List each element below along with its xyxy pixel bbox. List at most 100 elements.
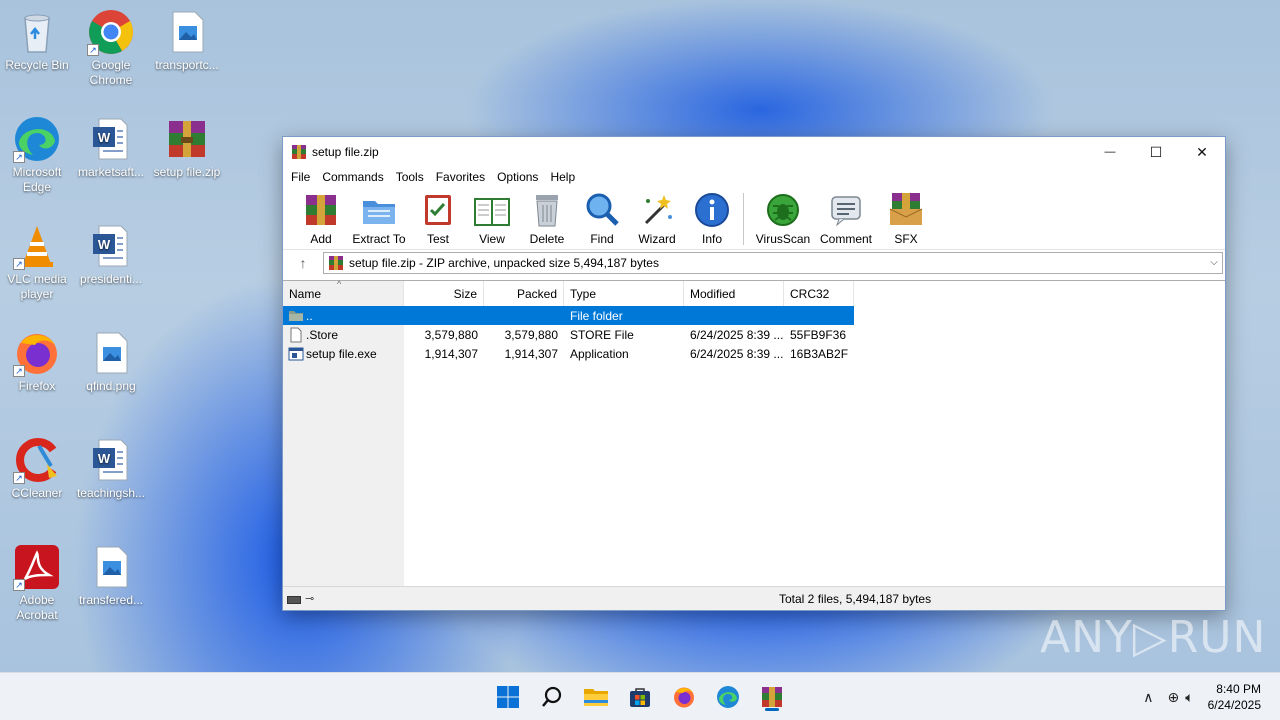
column-header-crc32[interactable]: CRC32 xyxy=(784,281,854,306)
winrar-icon xyxy=(291,144,307,160)
window-title: setup file.zip xyxy=(312,145,379,159)
desktop-icon-teachingsh[interactable]: W teachingsh... xyxy=(74,436,148,501)
menu-favorites[interactable]: Favorites xyxy=(430,170,491,184)
close-button[interactable]: ✕ xyxy=(1179,137,1225,167)
table-row[interactable]: setup file.exe 1,914,307 1,914,307 Appli… xyxy=(283,344,854,363)
store-icon xyxy=(630,688,650,707)
menu-file[interactable]: File xyxy=(285,170,316,184)
address-field[interactable]: setup file.zip - ZIP archive, unpacked s… xyxy=(323,251,1223,274)
column-header-type[interactable]: Type xyxy=(564,281,684,306)
svg-text:W: W xyxy=(98,451,111,466)
taskbar-winrar[interactable] xyxy=(756,681,788,713)
taskbar-file-explorer[interactable] xyxy=(580,681,612,713)
menu-help[interactable]: Help xyxy=(544,170,581,184)
menu-options[interactable]: Options xyxy=(491,170,544,184)
svg-text:W: W xyxy=(98,237,111,252)
column-header-name[interactable]: Name ^ xyxy=(283,279,404,306)
search-icon xyxy=(542,686,562,707)
column-header-size[interactable]: Size xyxy=(404,281,484,306)
blank-file-icon xyxy=(290,327,302,342)
taskbar-search-button[interactable] xyxy=(536,681,568,713)
desktop-icon-vlc[interactable]: ↗ VLC media player xyxy=(0,222,74,302)
desktop-icon-firefox[interactable]: ↗ Firefox xyxy=(0,329,74,394)
address-bar: ↑ setup file.zip - ZIP archive, unpacked… xyxy=(283,249,1225,275)
active-app-indicator xyxy=(765,708,779,711)
extract-to-button[interactable]: Extract To xyxy=(347,191,411,246)
desktop-icon-transportc[interactable]: transportc... xyxy=(150,8,224,73)
column-header-modified[interactable]: Modified xyxy=(684,281,784,306)
add-button[interactable]: Add xyxy=(295,191,347,246)
close-icon: ✕ xyxy=(1196,143,1208,160)
desktop-icon-chrome[interactable]: ↗ Google Chrome xyxy=(74,8,148,88)
maximize-button[interactable]: ☐ xyxy=(1133,137,1179,167)
menu-tools[interactable]: Tools xyxy=(390,170,430,184)
desktop-icon-ccleaner[interactable]: ↗ CCleaner xyxy=(0,436,74,501)
drive-icon[interactable] xyxy=(287,595,301,604)
comment-icon xyxy=(831,196,861,227)
desktop-icon-qfind[interactable]: qfind.png xyxy=(74,329,148,394)
sort-ascending-icon: ^ xyxy=(337,279,342,289)
chrome-icon: ↗ xyxy=(87,8,135,56)
taskbar-store[interactable] xyxy=(624,681,656,713)
taskbar-edge[interactable] xyxy=(712,681,744,713)
network-globe-icon[interactable]: ⊕ xyxy=(1167,689,1179,706)
minimize-button[interactable]: — xyxy=(1087,137,1133,167)
taskbar: ∧ ⊕ 🔈︎ 8:40 PM 6/24/2025 xyxy=(0,672,1280,720)
up-one-level-button[interactable]: ↑ xyxy=(283,255,323,271)
winrar-icon xyxy=(762,687,782,707)
clock-time: 8:40 PM xyxy=(1216,682,1261,696)
word-doc-icon: W xyxy=(87,222,135,270)
virus-scan-icon xyxy=(767,194,799,226)
acrobat-icon: ↗ xyxy=(13,543,61,591)
key-icon[interactable]: ⊸ xyxy=(305,593,314,604)
sfx-button[interactable]: SFX xyxy=(878,191,934,246)
desktop-icon-setup-zip[interactable]: setup file.zip xyxy=(150,115,224,180)
virusscan-button[interactable]: VirusScan xyxy=(752,191,814,246)
address-text: setup file.zip - ZIP archive, unpacked s… xyxy=(349,255,659,270)
winrar-archive-icon xyxy=(163,115,211,163)
word-doc-icon: W xyxy=(87,115,135,163)
find-button[interactable]: Find xyxy=(575,191,629,246)
desktop-icon-presidenti[interactable]: W presidenti... xyxy=(74,222,148,287)
find-magnifier-icon xyxy=(586,193,619,226)
desktop-icon-transfered[interactable]: transfered... xyxy=(74,543,148,608)
start-icon xyxy=(497,686,519,708)
test-button[interactable]: Test xyxy=(411,191,465,246)
svg-text:W: W xyxy=(98,130,111,145)
title-bar[interactable]: setup file.zip — ☐ ✕ xyxy=(283,137,1225,167)
zip-archive-icon xyxy=(329,255,343,270)
word-doc-icon: W xyxy=(87,436,135,484)
sfx-icon xyxy=(889,193,923,225)
minimize-icon: — xyxy=(1104,146,1116,158)
desktop-icon-marketsaft[interactable]: W marketsaft... xyxy=(74,115,148,180)
menu-commands[interactable]: Commands xyxy=(316,170,389,184)
folder-extract-icon xyxy=(363,201,395,224)
toolbar: Add Extract To Test View Delete Find Wiz… xyxy=(283,187,1225,249)
desktop-icon-acrobat[interactable]: ↗ Adobe Acrobat xyxy=(0,543,74,623)
table-row[interactable]: .. File folder xyxy=(283,306,854,325)
column-header-packed[interactable]: Packed xyxy=(484,281,564,306)
folder-icon xyxy=(289,310,303,321)
taskbar-firefox[interactable] xyxy=(668,681,700,713)
clock[interactable]: 8:40 PM 6/24/2025 xyxy=(1208,681,1261,713)
delete-button[interactable]: Delete xyxy=(519,191,575,246)
anyrun-watermark: ANY▷RUN xyxy=(1040,612,1267,663)
start-button[interactable] xyxy=(492,681,524,713)
desktop-icon-recycle-bin[interactable]: Recycle Bin xyxy=(0,8,74,73)
vlc-icon: ↗ xyxy=(13,222,61,270)
toolbar-separator xyxy=(743,193,744,245)
info-button[interactable]: Info xyxy=(685,191,739,246)
wizard-button[interactable]: Wizard xyxy=(629,191,685,246)
view-button[interactable]: View xyxy=(465,191,519,246)
image-file-icon xyxy=(87,329,135,377)
view-book-icon xyxy=(474,198,510,226)
chevron-down-icon[interactable]: ⌵ xyxy=(1206,257,1222,268)
file-explorer-icon xyxy=(584,689,608,706)
image-file-icon xyxy=(87,543,135,591)
show-hidden-icons-chevron-up-icon[interactable]: ∧ xyxy=(1143,689,1153,706)
clock-date: 6/24/2025 xyxy=(1207,698,1261,712)
desktop-icon-edge[interactable]: ↗ Microsoft Edge xyxy=(0,115,74,195)
table-row[interactable]: .Store 3,579,880 3,579,880 STORE File 6/… xyxy=(283,325,854,344)
comment-button[interactable]: Comment xyxy=(814,191,878,246)
volume-icon[interactable]: 🔈︎ xyxy=(1185,689,1193,706)
